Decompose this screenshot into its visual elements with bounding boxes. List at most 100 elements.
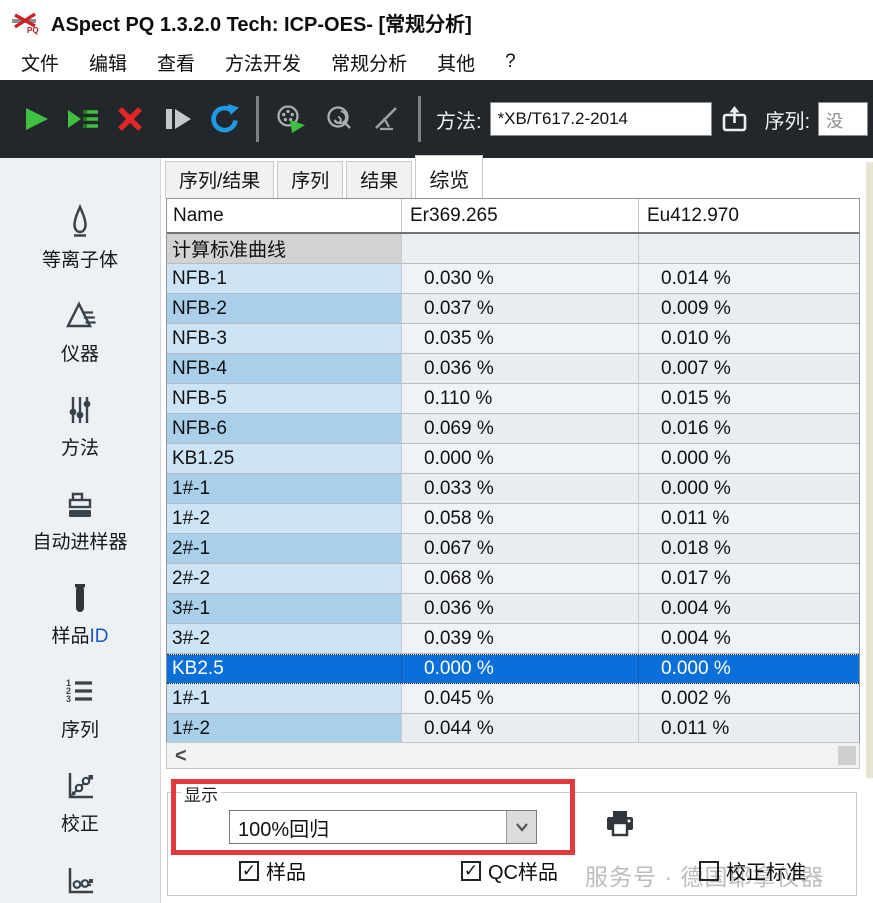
row-eu-cell[interactable]: 0.014 % xyxy=(638,264,859,293)
table-row[interactable]: KB2.5 0.000 % 0.000 % xyxy=(167,654,859,684)
row-name-cell[interactable]: 1#-2 xyxy=(167,504,401,533)
step-button[interactable] xyxy=(153,95,200,143)
table-row[interactable]: 1#-1 0.045 % 0.002 % xyxy=(167,684,859,714)
row-er-cell[interactable]: 0.110 % xyxy=(401,384,638,413)
row-eu-cell[interactable]: 0.011 % xyxy=(638,714,859,744)
menu-method-dev[interactable]: 方法开发 xyxy=(210,46,316,79)
table-row[interactable]: NFB-6 0.069 % 0.016 % xyxy=(167,414,859,444)
sidebar-item-sequence[interactable]: 1 2 3 序列 xyxy=(61,674,99,742)
sidebar-item-method[interactable]: 方法 xyxy=(61,392,99,460)
row-name-cell[interactable]: NFB-6 xyxy=(167,414,401,443)
row-name-cell[interactable]: 1#-2 xyxy=(167,714,401,744)
row-name-cell[interactable]: 3#-1 xyxy=(167,594,401,623)
checkbox-box-icon[interactable] xyxy=(239,861,259,881)
row-er-cell[interactable]: 0.069 % xyxy=(401,414,638,443)
column-header-er[interactable]: Er369.265 xyxy=(401,199,638,232)
column-header-eu[interactable]: Eu412.970 xyxy=(638,199,859,232)
sidebar-item-instrument[interactable]: 仪器 xyxy=(61,298,99,366)
scroll-left-arrow-icon[interactable]: < xyxy=(167,746,187,766)
column-header-name[interactable]: Name xyxy=(167,199,401,232)
row-name-cell[interactable]: 1#-1 xyxy=(167,474,401,503)
row-name-cell[interactable]: 3#-2 xyxy=(167,624,401,653)
dropdown-button[interactable] xyxy=(506,811,536,843)
checkbox-box-icon[interactable] xyxy=(699,861,719,881)
row-er-cell[interactable]: 0.039 % xyxy=(401,624,638,653)
row-er-cell[interactable]: 0.033 % xyxy=(401,474,638,503)
horizontal-scrollbar[interactable]: < xyxy=(166,742,860,769)
torch-off-button[interactable] xyxy=(362,95,409,143)
reload-button[interactable] xyxy=(200,95,247,143)
table-row[interactable]: 1#-1 0.033 % 0.000 % xyxy=(167,474,859,504)
row-eu-cell[interactable]: 0.016 % xyxy=(638,414,859,443)
sidebar-item-calibration[interactable]: 校正 xyxy=(61,768,99,836)
table-row[interactable]: NFB-4 0.036 % 0.007 % xyxy=(167,354,859,384)
tab-results[interactable]: 结果 xyxy=(346,161,412,198)
table-row[interactable]: NFB-3 0.035 % 0.010 % xyxy=(167,324,859,354)
row-name-cell[interactable]: NFB-2 xyxy=(167,294,401,323)
row-eu-cell[interactable] xyxy=(638,234,859,263)
table-row[interactable]: NFB-2 0.037 % 0.009 % xyxy=(167,294,859,324)
table-row[interactable]: 3#-2 0.039 % 0.004 % xyxy=(167,624,859,654)
row-eu-cell[interactable]: 0.002 % xyxy=(638,684,859,713)
row-eu-cell[interactable]: 0.004 % xyxy=(638,624,859,653)
sidebar-item-autosampler[interactable]: 自动进样器 xyxy=(32,486,127,554)
row-eu-cell[interactable]: 0.015 % xyxy=(638,384,859,413)
checkbox-qc-samples[interactable]: QC样品 xyxy=(461,856,558,885)
row-name-cell[interactable]: 2#-1 xyxy=(167,534,401,563)
row-er-cell[interactable]: 0.067 % xyxy=(401,534,638,563)
row-name-cell[interactable]: NFB-3 xyxy=(167,324,401,353)
table-row[interactable]: 3#-1 0.036 % 0.004 % xyxy=(167,594,859,624)
table-row[interactable]: 1#-2 0.044 % 0.011 % xyxy=(167,714,859,744)
row-er-cell[interactable]: 0.058 % xyxy=(401,504,638,533)
row-eu-cell[interactable]: 0.010 % xyxy=(638,324,859,353)
pump-start-button[interactable] xyxy=(268,95,315,143)
sequence-input[interactable] xyxy=(818,102,868,136)
row-name-cell[interactable]: NFB-1 xyxy=(167,264,401,293)
menu-routine-analysis[interactable]: 常规分析 xyxy=(316,46,422,79)
table-row[interactable]: NFB-5 0.110 % 0.015 % xyxy=(167,384,859,414)
menu-other[interactable]: 其他 xyxy=(422,46,490,79)
table-row[interactable]: 计算标准曲线 xyxy=(167,234,859,264)
sidebar-item-plasma[interactable]: 等离子体 xyxy=(42,204,118,272)
method-input[interactable] xyxy=(490,102,712,136)
checkbox-samples[interactable]: 样品 xyxy=(239,856,306,885)
row-eu-cell[interactable]: 0.007 % xyxy=(638,354,859,383)
row-eu-cell[interactable]: 0.000 % xyxy=(638,655,859,683)
menu-view[interactable]: 查看 xyxy=(142,46,210,79)
table-row[interactable]: 2#-2 0.068 % 0.017 % xyxy=(167,564,859,594)
stop-button[interactable] xyxy=(106,95,153,143)
menu-edit[interactable]: 编辑 xyxy=(74,46,142,79)
row-name-cell[interactable]: KB1.25 xyxy=(167,444,401,473)
table-row[interactable]: KB1.25 0.000 % 0.000 % xyxy=(167,444,859,474)
menu-file[interactable]: 文件 xyxy=(6,46,74,79)
open-method-button[interactable] xyxy=(712,95,759,143)
scrollbar-thumb[interactable] xyxy=(838,746,856,765)
print-button[interactable] xyxy=(601,806,639,844)
pump-button[interactable] xyxy=(315,95,362,143)
row-er-cell[interactable]: 0.036 % xyxy=(401,354,638,383)
row-eu-cell[interactable]: 0.000 % xyxy=(638,474,859,503)
row-eu-cell[interactable]: 0.000 % xyxy=(638,444,859,473)
table-row[interactable]: 1#-2 0.058 % 0.011 % xyxy=(167,504,859,534)
row-name-cell[interactable]: 计算标准曲线 xyxy=(167,234,401,263)
display-mode-dropdown[interactable]: 100%回归 xyxy=(229,810,537,844)
start-button[interactable] xyxy=(12,95,59,143)
row-er-cell[interactable]: 0.068 % xyxy=(401,564,638,593)
row-er-cell[interactable]: 0.044 % xyxy=(401,714,638,744)
row-er-cell[interactable]: 0.045 % xyxy=(401,684,638,713)
row-eu-cell[interactable]: 0.017 % xyxy=(638,564,859,593)
checkbox-box-icon[interactable] xyxy=(461,861,481,881)
row-name-cell[interactable]: NFB-4 xyxy=(167,354,401,383)
row-er-cell[interactable]: 0.037 % xyxy=(401,294,638,323)
menu-help[interactable]: ? xyxy=(490,48,531,76)
row-er-cell[interactable]: 0.036 % xyxy=(401,594,638,623)
table-row[interactable]: 2#-1 0.067 % 0.018 % xyxy=(167,534,859,564)
row-er-cell[interactable]: 0.030 % xyxy=(401,264,638,293)
row-name-cell[interactable]: NFB-5 xyxy=(167,384,401,413)
row-eu-cell[interactable]: 0.009 % xyxy=(638,294,859,323)
start-sequence-button[interactable] xyxy=(59,95,106,143)
row-er-cell[interactable] xyxy=(401,234,638,263)
tab-overview[interactable]: 综览 xyxy=(415,155,483,198)
row-er-cell[interactable]: 0.000 % xyxy=(401,444,638,473)
row-name-cell[interactable]: KB2.5 xyxy=(167,655,401,683)
